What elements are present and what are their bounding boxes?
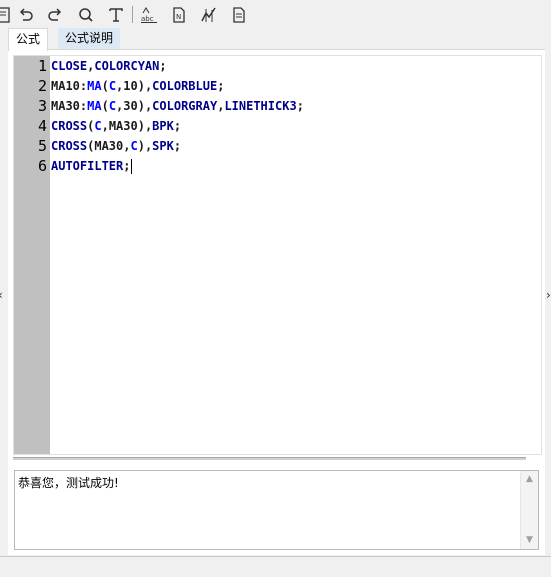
output-scrollbar[interactable]: ▲ ▼ xyxy=(520,471,538,549)
save-icon xyxy=(0,7,10,23)
code-token: MA10: xyxy=(51,79,88,93)
code-token: COLORCYAN xyxy=(94,59,160,73)
spell-check-button[interactable]: abc xyxy=(138,4,160,26)
code-token: C xyxy=(108,99,117,113)
toolbar-separator xyxy=(132,6,133,23)
right-collapse-icon[interactable]: › xyxy=(546,288,551,302)
left-collapse-icon[interactable]: ‹ xyxy=(0,288,3,302)
line-number: 3 xyxy=(37,97,47,115)
code-token: ; xyxy=(296,99,304,113)
code-token: CLOSE xyxy=(51,59,88,73)
horizontal-scrollbar[interactable] xyxy=(13,457,526,460)
text-format-button[interactable] xyxy=(105,4,127,26)
document-icon xyxy=(233,7,245,23)
insert-function-button[interactable]: N xyxy=(168,4,190,26)
code-token: MA xyxy=(87,79,102,93)
chart-test-icon xyxy=(201,7,216,22)
code-line[interactable]: MA30:MA(C,30),COLORGRAY,LINETHICK3; xyxy=(51,96,304,116)
line-number: 6 xyxy=(37,157,47,175)
code-token: ( xyxy=(101,99,109,113)
spell-check-icon: abc xyxy=(141,7,157,23)
tab-formula[interactable]: 公式 xyxy=(8,28,49,51)
scroll-up-icon[interactable]: ▲ xyxy=(525,475,534,484)
code-token: C xyxy=(94,119,102,133)
code-token: SPK xyxy=(152,139,174,153)
code-token: ; xyxy=(173,119,182,133)
line-number-gutter: 1 2 3 4 5 6 xyxy=(14,56,50,454)
code-token: C xyxy=(108,79,117,93)
code-line[interactable]: CLOSE,COLORCYAN; xyxy=(51,56,167,76)
svg-text:abc: abc xyxy=(141,15,154,23)
code-token: ; xyxy=(217,79,225,93)
code-token: CROSS xyxy=(51,139,88,153)
code-token: ; xyxy=(159,59,167,73)
find-button[interactable] xyxy=(75,4,97,26)
undo-icon xyxy=(19,8,33,21)
code-token: ,30), xyxy=(116,99,153,113)
test-output-box: 恭喜您，测试成功! ▲ ▼ xyxy=(14,470,539,550)
code-token: ; xyxy=(173,139,182,153)
code-line[interactable]: CROSS(C,MA30),BPK; xyxy=(51,116,181,136)
code-token: CROSS xyxy=(51,119,88,133)
line-number: 2 xyxy=(37,77,47,95)
code-token: COLORBLUE xyxy=(152,79,218,93)
chart-test-button[interactable] xyxy=(198,4,220,26)
code-token: ; xyxy=(123,159,131,173)
text-caret xyxy=(131,159,133,174)
line-number: 5 xyxy=(37,137,47,155)
code-token: ( xyxy=(101,79,109,93)
code-token: C xyxy=(130,139,138,153)
code-token: COLORGRAY xyxy=(152,99,218,113)
line-number: 1 xyxy=(37,57,47,75)
redo-button[interactable] xyxy=(44,4,66,26)
status-bar xyxy=(0,556,551,577)
redo-icon xyxy=(48,8,62,21)
code-token: ,10), xyxy=(116,79,153,93)
code-token: BPK xyxy=(152,119,174,133)
code-token: ,MA30), xyxy=(101,119,153,133)
svg-text:N: N xyxy=(176,13,181,21)
line-number: 4 xyxy=(37,117,47,135)
code-token: AUTOFILTER xyxy=(51,159,124,173)
test-result-message: 恭喜您，测试成功! xyxy=(18,476,119,490)
text-format-icon xyxy=(109,8,123,22)
toolbar: abc N xyxy=(0,0,551,28)
code-line[interactable]: CROSS(MA30,C),SPK; xyxy=(51,136,181,156)
find-icon xyxy=(79,8,93,22)
insert-function-icon: N xyxy=(173,7,185,23)
undo-button[interactable] xyxy=(15,4,37,26)
scroll-down-icon[interactable]: ▼ xyxy=(525,536,534,545)
document-button[interactable] xyxy=(228,4,250,26)
code-token: ), xyxy=(137,139,153,153)
code-line[interactable]: MA10:MA(C,10),COLORBLUE; xyxy=(51,76,224,96)
code-token: MA30: xyxy=(51,99,88,113)
save-button[interactable] xyxy=(0,4,14,26)
code-token: LINETHICK3 xyxy=(224,99,297,113)
code-token: MA xyxy=(87,99,102,113)
tab-formula-description[interactable]: 公式说明 xyxy=(58,28,121,49)
code-token: (MA30, xyxy=(87,139,131,153)
code-line[interactable]: AUTOFILTER; xyxy=(51,156,133,176)
formula-editor[interactable]: 1 2 3 4 5 6 CLOSE,COLORCYAN; MA10:MA(C,10… xyxy=(13,55,542,455)
editor-panel: 1 2 3 4 5 6 CLOSE,COLORCYAN; MA10:MA(C,10… xyxy=(8,49,545,555)
